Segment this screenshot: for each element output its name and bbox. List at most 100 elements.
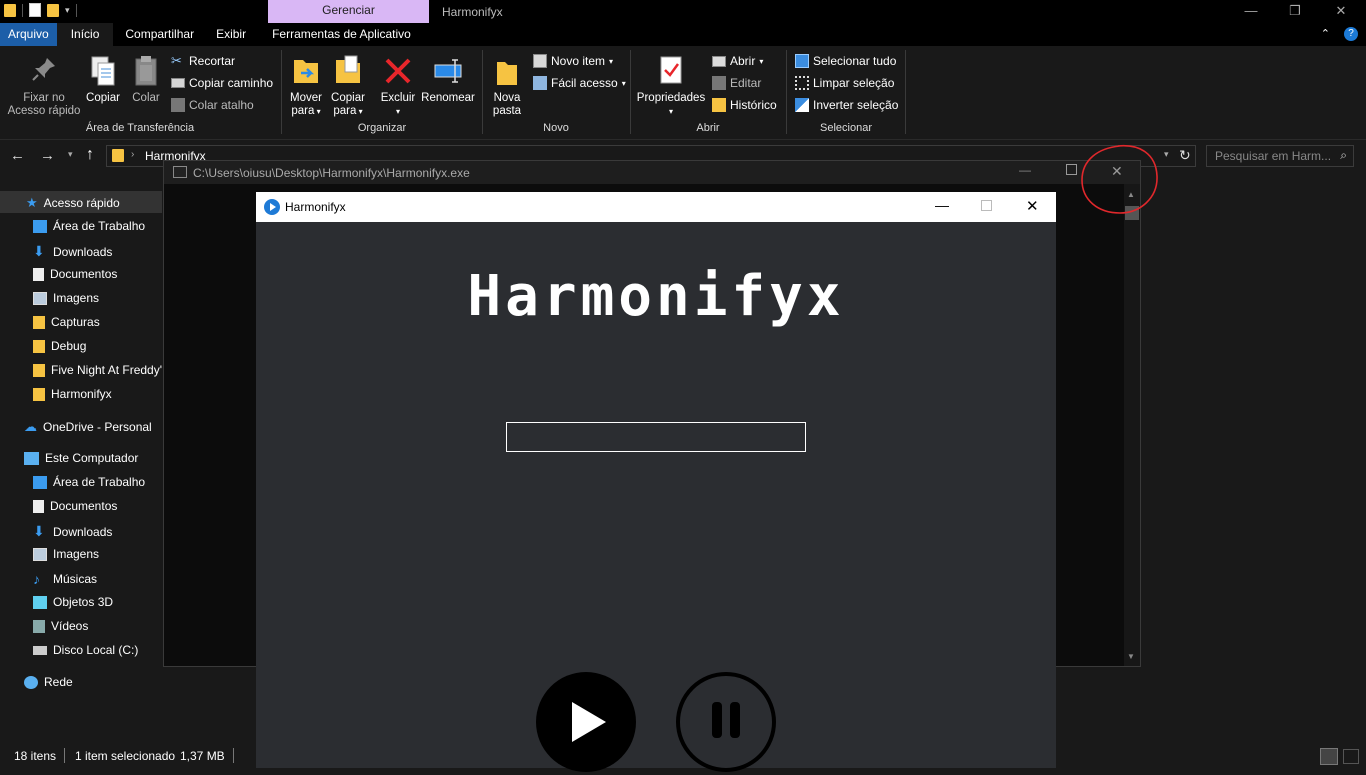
details-view-icon[interactable] <box>1320 748 1338 765</box>
large-icons-view-icon[interactable] <box>1343 749 1359 764</box>
address-dropdown-icon[interactable]: ▾ <box>1164 149 1169 160</box>
refresh-icon[interactable]: ↻ <box>1179 147 1191 164</box>
copy-path-button[interactable]: Copiar caminho <box>171 76 273 90</box>
nav-item-pc-3d[interactable]: Objetos 3D <box>33 595 113 609</box>
search-input[interactable]: Pesquisar em Harm... ⌕ <box>1206 145 1354 167</box>
app-title-bar: Harmonifyx — ✕ <box>256 192 1056 222</box>
nav-label: Rede <box>44 675 73 689</box>
nav-item-pc-pictures[interactable]: Imagens <box>33 547 99 561</box>
nav-label: Área de Trabalho <box>53 219 146 233</box>
url-input[interactable] <box>506 422 806 452</box>
status-selected: 1 item selecionado <box>75 749 176 763</box>
nav-item-harmonifyx[interactable]: Harmonifyx <box>33 387 112 401</box>
copy-button[interactable]: Copiar <box>84 54 122 105</box>
quick-access-toolbar: ▾ <box>4 3 77 17</box>
nav-item-pc-documents[interactable]: Documentos <box>33 499 117 513</box>
pin-label-1: Fixar no <box>23 92 65 104</box>
new-folder-label-1: Nova <box>493 92 521 104</box>
console-maximize-button[interactable] <box>1066 164 1077 175</box>
easy-access-button[interactable]: Fácil acesso ▾ <box>533 76 626 90</box>
nav-item-fnaf[interactable]: Five Night At Freddy' <box>33 363 162 377</box>
nav-item-debug[interactable]: Debug <box>33 339 86 353</box>
invert-selection-button[interactable]: Inverter seleção <box>795 98 898 112</box>
nav-item-capturas[interactable]: Capturas <box>33 315 100 329</box>
copy-to-label-2: para <box>333 105 357 117</box>
select-none-button[interactable]: Limpar seleção <box>795 76 894 90</box>
nav-item-pc-desktop[interactable]: Área de Trabalho <box>33 475 145 489</box>
easy-access-label: Fácil acesso <box>551 76 618 90</box>
folder-icon[interactable] <box>4 3 16 17</box>
collapse-ribbon-icon[interactable]: ⌃ <box>1321 23 1330 46</box>
forward-arrow-icon[interactable]: → <box>40 147 55 164</box>
tab-inicio[interactable]: Início <box>56 23 114 46</box>
close-button[interactable]: ✕ <box>1318 0 1364 23</box>
tab-arquivo[interactable]: Arquivo <box>0 23 57 46</box>
invert-selection-label: Inverter seleção <box>813 98 899 112</box>
nav-item-pc-music[interactable]: ♪ Músicas <box>33 571 97 587</box>
move-to-button[interactable]: Mover para ▾ <box>286 54 326 118</box>
console-minimize-button[interactable]: — <box>1019 163 1031 177</box>
nav-network[interactable]: Rede <box>24 675 73 689</box>
nav-item-pictures[interactable]: Imagens <box>33 291 99 305</box>
new-folder-button[interactable]: Nova pasta <box>488 54 526 118</box>
delete-label: Excluir <box>380 92 416 104</box>
nav-label: Harmonifyx <box>51 387 112 401</box>
pin-quick-access-button[interactable]: Fixar no Acesso rápido <box>6 54 82 118</box>
paste-shortcut-button[interactable]: Colar atalho <box>171 98 254 112</box>
nav-this-pc[interactable]: Este Computador <box>24 451 138 465</box>
recent-chevron-icon[interactable]: ▾ <box>68 149 73 160</box>
minimize-button[interactable]: — <box>1228 0 1274 23</box>
picture-icon <box>33 547 47 561</box>
delete-button[interactable]: Excluir ▾ <box>378 54 418 118</box>
edit-button[interactable]: Editar <box>712 76 761 90</box>
rename-button[interactable]: Renomear <box>420 54 476 105</box>
back-arrow-icon[interactable]: ← <box>10 147 25 164</box>
copy-to-button[interactable]: Copiar para ▾ <box>328 54 368 118</box>
properties-label: Propriedades <box>636 92 706 104</box>
nav-label: Disco Local (C:) <box>53 643 139 657</box>
select-all-button[interactable]: Selecionar tudo <box>795 54 896 68</box>
history-button[interactable]: Histórico <box>712 98 777 112</box>
nav-item-desktop[interactable]: Área de Trabalho <box>33 219 145 233</box>
properties-icon[interactable] <box>29 3 41 17</box>
nav-item-downloads[interactable]: ⬇ Downloads <box>33 243 112 260</box>
history-label: Histórico <box>730 98 777 112</box>
nav-label: Downloads <box>53 244 113 259</box>
nav-item-documents[interactable]: Documentos <box>33 267 117 281</box>
chevron-down-icon[interactable]: ▾ <box>65 5 70 16</box>
restore-button[interactable]: ❐ <box>1272 0 1318 23</box>
chevron-down-icon: ▾ <box>314 107 321 116</box>
play-button[interactable] <box>536 672 636 772</box>
music-note-icon: ♪ <box>33 571 40 587</box>
up-arrow-icon[interactable]: ↑ <box>86 146 94 164</box>
nav-item-pc-downloads[interactable]: ⬇ Downloads <box>33 523 112 540</box>
properties-button[interactable]: Propriedades ▾ <box>635 54 707 118</box>
app-close-button[interactable]: ✕ <box>1026 197 1039 215</box>
copy-label: Copiar <box>86 92 120 104</box>
new-folder-icon[interactable] <box>47 3 59 17</box>
nav-label: Documentos <box>50 499 118 513</box>
help-icon[interactable]: ? <box>1344 27 1358 41</box>
console-scrollbar[interactable]: ▲ ▼ <box>1124 184 1140 666</box>
tab-compartilhar[interactable]: Compartilhar <box>113 23 206 46</box>
app-maximize-button[interactable] <box>981 200 992 211</box>
scroll-down-icon[interactable]: ▼ <box>1127 652 1135 661</box>
pause-button[interactable] <box>676 672 776 772</box>
ribbon: Fixar no Acesso rápido Copiar Colar ✂ Rec… <box>0 46 1366 140</box>
new-item-button[interactable]: Novo item ▾ <box>533 54 613 68</box>
cut-button[interactable]: ✂ Recortar <box>171 54 235 69</box>
search-icon: ⌕ <box>1340 148 1347 162</box>
tab-exibir[interactable]: Exibir <box>206 23 262 46</box>
open-button[interactable]: Abrir ▾ <box>712 54 763 68</box>
nav-item-pc-videos[interactable]: Vídeos <box>33 619 88 633</box>
app-minimize-button[interactable]: — <box>935 197 949 213</box>
paste-button[interactable]: Colar <box>126 54 166 105</box>
chevron-down-icon: ▾ <box>759 56 764 66</box>
nav-onedrive[interactable]: ☁ OneDrive - Personal <box>24 419 152 435</box>
nav-quick-access[interactable]: ★ Acesso rápido <box>26 195 120 211</box>
tab-gerenciar[interactable]: Gerenciar <box>268 0 429 23</box>
nav-item-pc-disk[interactable]: Disco Local (C:) <box>33 643 138 657</box>
tab-ferramentas[interactable]: Ferramentas de Aplicativo <box>262 23 425 46</box>
explorer-title-bar: ▾ Gerenciar Harmonifyx — ❐ ✕ <box>0 0 1366 23</box>
harmonifyx-window[interactable]: Harmonifyx — ✕ Harmonifyx <box>256 192 1056 772</box>
